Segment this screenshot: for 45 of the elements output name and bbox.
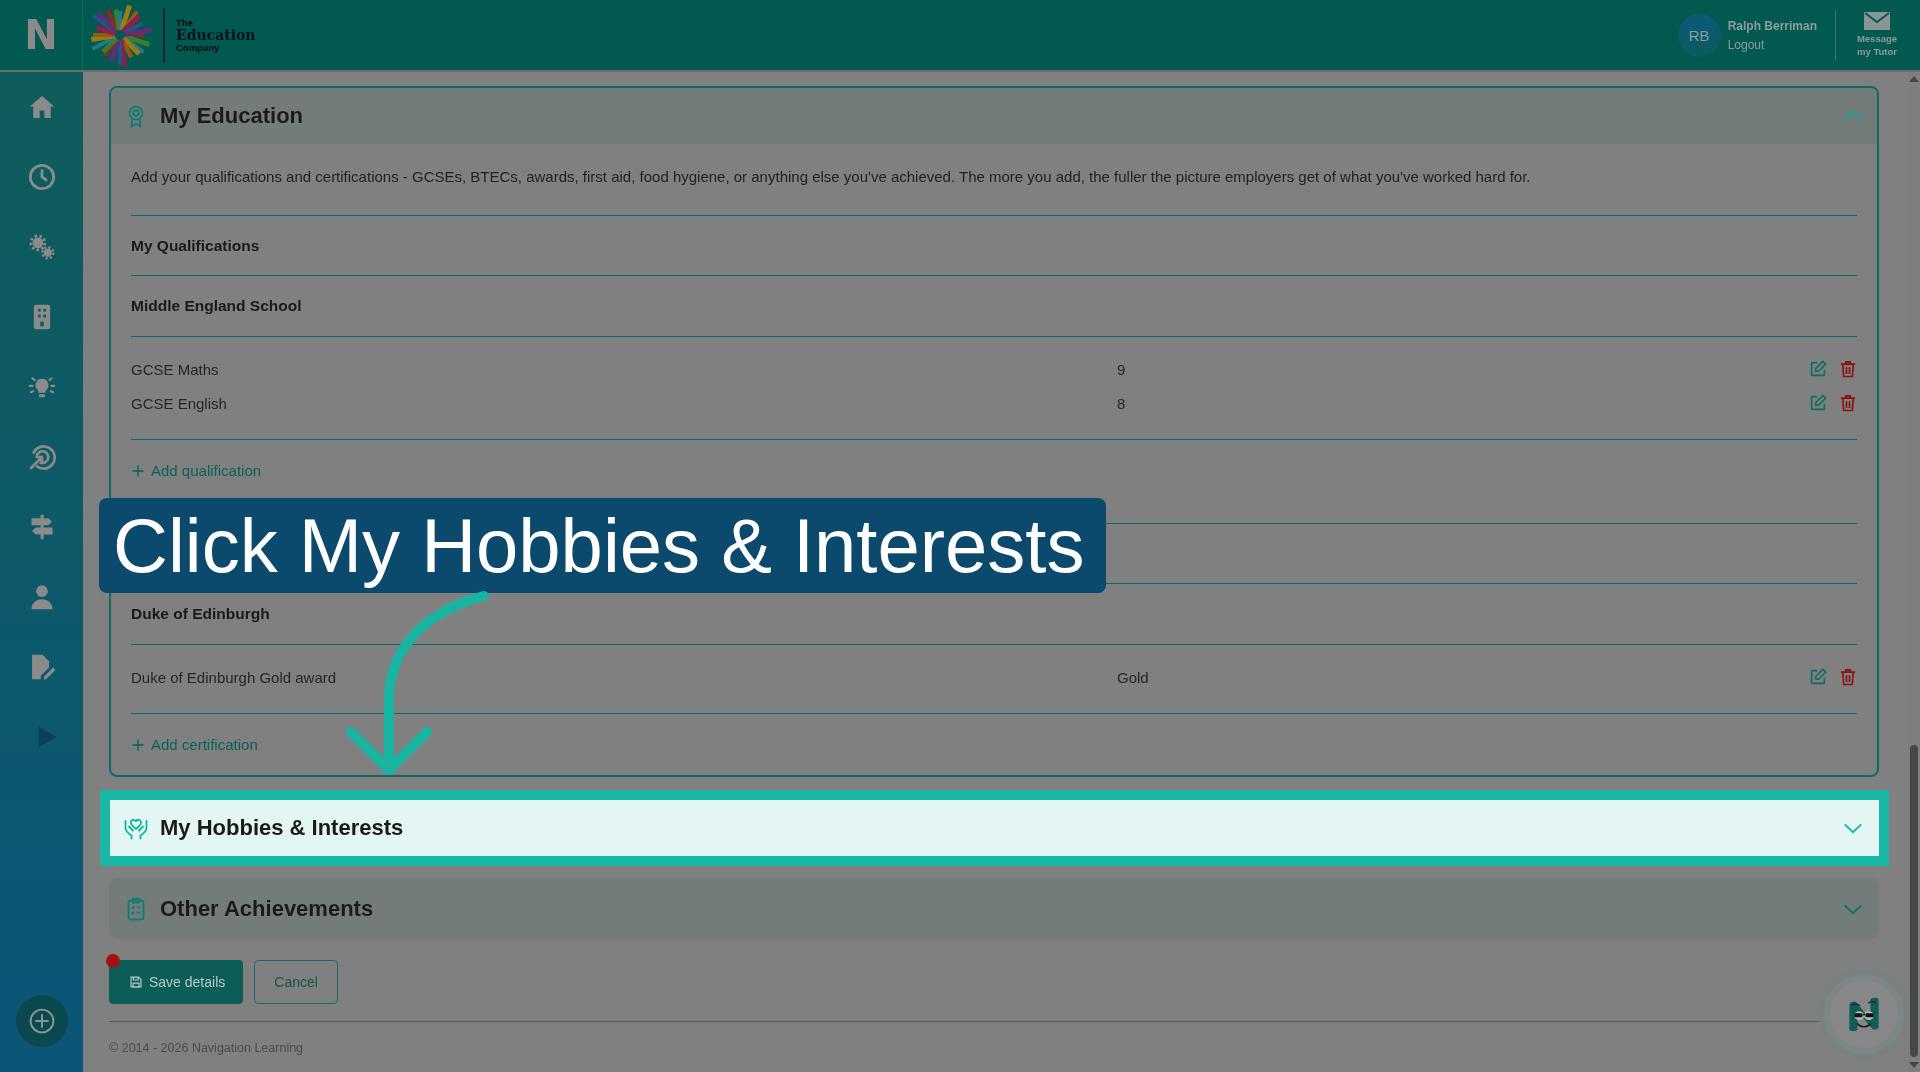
grade-value: 8: [1117, 394, 1127, 412]
envelope-icon: [1863, 11, 1891, 32]
add-link[interactable]: Add qualification: [131, 462, 262, 479]
section-header[interactable]: My Education: [111, 88, 1877, 144]
section-header[interactable]: Other Achievements: [109, 878, 1879, 939]
section-header[interactable]: My Hobbies & Interests: [100, 790, 1889, 866]
edit-icon[interactable]: [1809, 394, 1827, 412]
group-heading: My Qualifications: [131, 236, 260, 255]
clock-icon[interactable]: [27, 163, 56, 191]
brand-name: Education: [176, 28, 256, 42]
floppy-disk-icon: [129, 975, 143, 989]
section-description: Add your qualifications and certifications - GCSEs, BTECs, awards, first aid, food hygiene, or anything else you've achieved. The more you add, the fuller the picture employers get of what you've worked hard for.: [131, 167, 1532, 187]
trash-icon[interactable]: [1839, 394, 1857, 412]
edit-icon[interactable]: [1809, 360, 1827, 378]
save-button[interactable]: Save details: [109, 960, 244, 1004]
grade-value: Gold: [1117, 668, 1150, 686]
qualification-name: GCSE English: [131, 394, 228, 412]
plus-circle-icon: [28, 1008, 55, 1034]
trash-icon[interactable]: [1839, 360, 1857, 378]
trash-icon[interactable]: [1839, 668, 1857, 686]
edit-icon[interactable]: [1809, 668, 1827, 686]
user-avatar: RB: [1677, 13, 1721, 57]
grade-value: 9: [1117, 360, 1127, 378]
qualification-name: GCSE Maths: [131, 360, 220, 378]
message-tutor-button[interactable]: Message my Tutor: [1846, 11, 1908, 59]
provider-name: Middle England School: [131, 297, 302, 315]
scroll-down-icon[interactable]: [1909, 1062, 1919, 1068]
scroll-up-icon[interactable]: [1909, 76, 1919, 82]
add-link[interactable]: Add certification: [131, 736, 258, 753]
instruction-banner: Click My Hobbies & Interests: [99, 498, 1107, 593]
plus-icon: [131, 463, 145, 478]
target-arrow-icon[interactable]: [27, 443, 56, 471]
app-logo[interactable]: N: [24, 15, 58, 55]
logout-link[interactable]: Logout: [1727, 37, 1817, 52]
qualification-name: Duke of Edinburgh Gold award: [131, 668, 338, 686]
brand-small-text: Company: [176, 43, 221, 53]
gears-icon[interactable]: [27, 233, 56, 261]
cancel-button[interactable]: Cancel: [254, 960, 338, 1004]
heart-hands-icon: [124, 816, 148, 840]
plus-icon: [131, 737, 145, 752]
provider-name: Duke of Edinburgh: [131, 605, 270, 623]
user-name: Ralph Berriman: [1727, 18, 1817, 33]
brand-small-text: The: [176, 17, 194, 27]
scrollbar-thumb[interactable]: [1910, 745, 1918, 1057]
plus-button[interactable]: [15, 995, 68, 1047]
